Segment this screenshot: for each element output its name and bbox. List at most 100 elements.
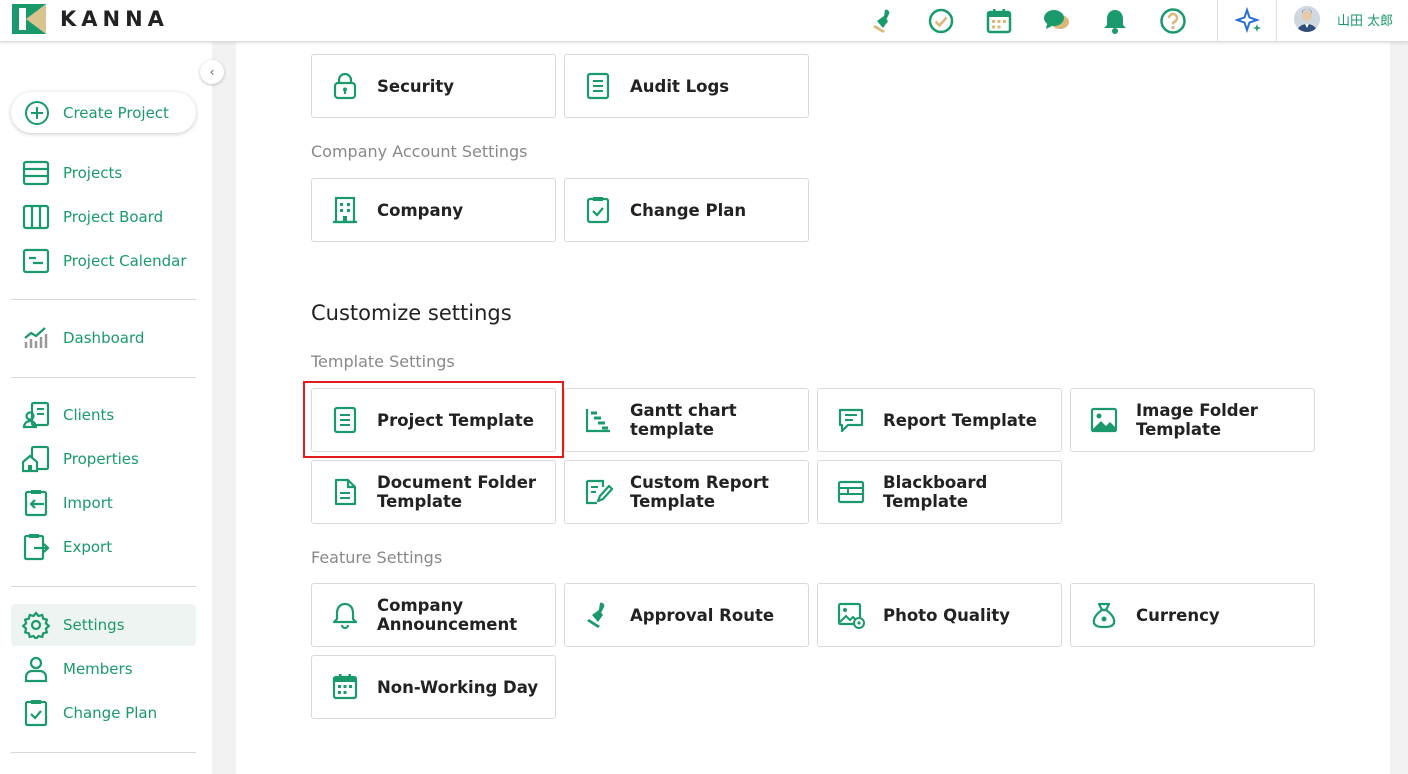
user-name: 山田 太郎 [1337, 13, 1394, 29]
settings-card-photo-quality[interactable]: Photo Quality [817, 583, 1062, 647]
sidebar-divider [11, 752, 196, 753]
sidebar-item-label: Export [63, 538, 113, 556]
settings-card-approval-route[interactable]: Approval Route [564, 583, 809, 647]
sidebar-item-change-plan[interactable]: Change Plan [11, 692, 196, 734]
company-account-settings-label: Company Account Settings [311, 142, 528, 161]
collapse-sidebar-button[interactable]: ‹ [200, 60, 224, 84]
notifications-button[interactable] [1098, 4, 1132, 38]
calendar-icon [332, 674, 358, 700]
sidebar-item-projects[interactable]: Projects [11, 152, 196, 194]
sidebar-item-properties[interactable]: Properties [11, 438, 196, 480]
sidebar-item-label: Dashboard [63, 329, 145, 347]
export-icon [23, 534, 50, 561]
brand-name: KANNA [60, 7, 169, 31]
card-label: Report Template [883, 410, 1037, 430]
card-label: Document Folder Template [377, 473, 537, 511]
settings-card-report-template[interactable]: Report Template [817, 388, 1062, 452]
template-settings-label: Template Settings [311, 352, 455, 371]
file-icon [334, 478, 357, 506]
sidebar-item-export[interactable]: Export [11, 526, 196, 568]
card-label: Image Folder Template [1136, 401, 1258, 439]
bell-icon [1104, 10, 1126, 34]
import-icon [24, 490, 48, 517]
chat-icon [1044, 10, 1069, 29]
customize-settings-title: Customize settings [311, 301, 512, 325]
sidebar-item-label: Project Board [63, 208, 164, 226]
sidebar-item-import[interactable]: Import [11, 482, 196, 524]
settings-card-image-folder-template[interactable]: Image Folder Template [1070, 388, 1315, 452]
tasks-button[interactable] [924, 4, 958, 38]
selection-highlight [303, 381, 564, 458]
list-icon [22, 160, 50, 186]
clients-icon [22, 401, 50, 429]
settings-card-security[interactable]: Security [311, 54, 556, 118]
settings-card-non-working-day[interactable]: Non-Working Day [311, 655, 556, 719]
sidebar-item-clients[interactable]: Clients [11, 394, 196, 436]
sidebar-divider [11, 299, 196, 300]
header-divider [1276, 0, 1277, 42]
card-label: Gantt chart template [630, 401, 737, 439]
sidebar-item-dashboard[interactable]: Dashboard [11, 317, 196, 359]
clipboard-check-icon [586, 197, 610, 224]
stamp-icon [873, 9, 890, 33]
check-circle-icon [928, 8, 954, 34]
settings-card-currency[interactable]: Currency [1070, 583, 1315, 647]
sidebar-divider [11, 377, 196, 378]
image-icon [1090, 407, 1118, 433]
settings-card-change-plan[interactable]: Change Plan [564, 178, 809, 242]
avatar [1294, 6, 1320, 32]
card-label: Company Announcement [377, 596, 518, 634]
money-bag-icon [1092, 602, 1116, 629]
gantt-icon [585, 409, 610, 433]
settings-main: Security Audit Logs Company Account Sett… [236, 42, 1390, 774]
sidebar-item-project-board[interactable]: Project Board [11, 196, 196, 238]
calendar-list-icon [22, 248, 50, 274]
calendar-icon [986, 9, 1012, 34]
create-project-button[interactable]: Create Project [11, 92, 196, 133]
help-button[interactable] [1156, 4, 1190, 38]
report-icon [838, 408, 864, 433]
sparkle-icon [1235, 7, 1261, 34]
feature-settings-label: Feature Settings [311, 548, 443, 567]
avatar-image [1294, 6, 1320, 32]
settings-card-blackboard-template[interactable]: Blackboard Template [817, 460, 1062, 524]
sidebar-item-settings[interactable]: Settings [11, 604, 196, 646]
document-icon [586, 72, 610, 100]
sidebar: Create Project Projects Project Board Pr… [0, 42, 212, 774]
kanna-logo-icon [12, 4, 46, 34]
plus-circle-icon [25, 100, 49, 125]
blackboard-icon [837, 480, 865, 504]
create-project-label: Create Project [63, 103, 169, 122]
card-label: Blackboard Template [883, 473, 988, 511]
building-icon [333, 196, 357, 224]
calendar-button[interactable] [982, 4, 1016, 38]
stamp-button[interactable] [866, 4, 900, 38]
sidebar-item-members[interactable]: Members [11, 648, 196, 690]
card-label: Non-Working Day [377, 677, 539, 697]
card-label: Currency [1136, 605, 1220, 625]
settings-card-company-announcement[interactable]: Company Announcement [311, 583, 556, 647]
card-label: Change Plan [630, 200, 747, 220]
chat-button[interactable] [1040, 4, 1074, 38]
settings-card-document-folder-template[interactable]: Document Folder Template [311, 460, 556, 524]
user-menu[interactable]: 山田 太郎 [1294, 6, 1393, 32]
header-divider [1217, 0, 1218, 42]
edit-report-icon [585, 479, 613, 505]
sidebar-item-label: Properties [63, 450, 139, 468]
sidebar-item-project-calendar[interactable]: Project Calendar [11, 240, 196, 282]
stamp-icon [587, 602, 605, 628]
card-label: Audit Logs [630, 76, 730, 96]
clipboard-check-icon [24, 700, 48, 727]
ai-assistant-button[interactable] [1232, 4, 1266, 38]
settings-card-gantt-chart-template[interactable]: Gantt chart template [564, 388, 809, 452]
settings-card-company[interactable]: Company [311, 178, 556, 242]
lock-icon [333, 72, 357, 100]
gear-icon [22, 611, 50, 639]
sidebar-divider [11, 586, 196, 587]
chevron-left-icon: ‹ [209, 65, 215, 79]
kanna-logo[interactable]: KANNA [12, 4, 169, 34]
settings-card-custom-report-template[interactable]: Custom Report Template [564, 460, 809, 524]
settings-card-audit-logs[interactable]: Audit Logs [564, 54, 809, 118]
sidebar-item-label: Import [63, 494, 113, 512]
sidebar-item-label: Members [63, 660, 133, 678]
